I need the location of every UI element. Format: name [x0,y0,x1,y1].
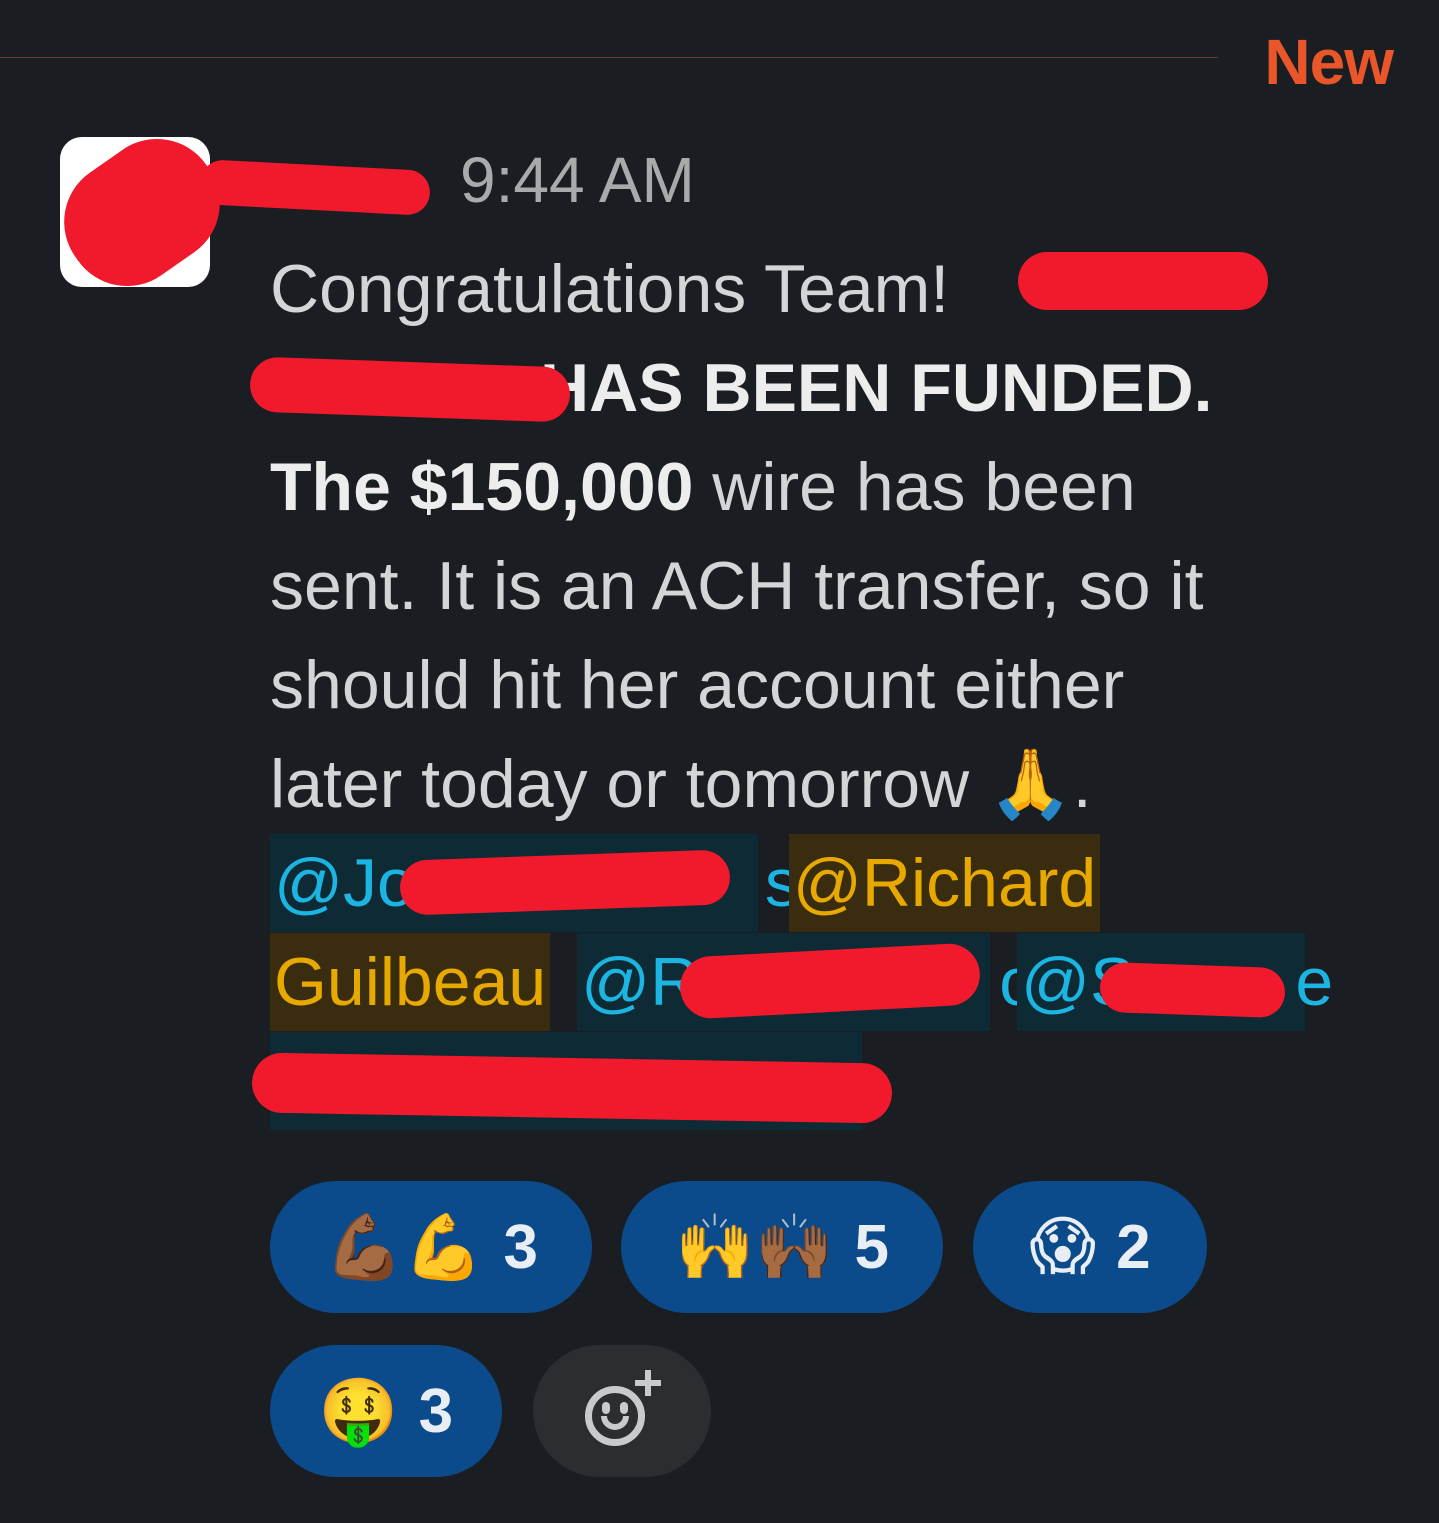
redaction-mark [251,1052,893,1124]
screaming-face-icon: 😱 [1029,1210,1097,1284]
message-text: sent. It is an ACH transfer, so it [270,548,1204,624]
message-line: The $150,000 wire has been [270,438,1370,537]
reaction-count: 5 [854,1212,889,1282]
flexed-biceps-icon: 💪🏾💪 [324,1210,484,1285]
message-text: later today or tomorrow [270,746,970,822]
message-view: New 9:44 AM Congratulations Team! HAS BE… [0,0,1439,1523]
redaction-mark [399,849,731,916]
money-mouth-face-icon: 🤑 [318,1374,399,1449]
redaction-mark [249,356,571,423]
redaction-mark [1099,961,1286,1019]
mention-richard[interactable]: @Richard [788,834,1101,932]
redaction-mark [1018,252,1268,310]
reaction-count: 3 [503,1212,538,1282]
message-text: Congratulations Team! [270,251,950,327]
message-text: should hit her account either [270,647,1125,723]
add-reaction-icon [577,1366,667,1456]
mention-richard-continued[interactable]: Guilbeau [270,933,551,1031]
raising-hands-icon: 🙌🙌🏾 [675,1210,835,1285]
reaction-raising-hands[interactable]: 🙌🙌🏾 5 [621,1181,943,1313]
message-text: . [1072,746,1092,822]
message-text-bold: HAS BEEN FUNDED. [540,350,1213,426]
message-header: 9:44 AM [270,140,695,220]
reaction-flexed-biceps[interactable]: 💪🏾💪 3 [270,1181,592,1313]
new-label: New [1264,26,1394,98]
folded-hands-emoji: 🙏 [988,745,1073,824]
reaction-count: 3 [418,1376,454,1446]
reaction-screaming-face[interactable]: 😱 2 [973,1181,1207,1313]
sender-name[interactable] [270,145,430,215]
message-line: should hit her account either [270,636,1370,735]
message-text: wire has been [693,449,1136,525]
new-messages-divider: New [0,22,1439,98]
add-reaction-button[interactable] [533,1345,711,1477]
message-timestamp[interactable]: 9:44 AM [460,140,695,220]
message-line: later today or tomorrow 🙏. [270,735,1370,834]
message-text-bold: The $150,000 [270,449,694,525]
message-line: sent. It is an ACH transfer, so it [270,537,1370,636]
reaction-money-mouth[interactable]: 🤑 3 [270,1345,502,1477]
reaction-count: 2 [1116,1212,1151,1282]
divider-line [0,57,1218,58]
